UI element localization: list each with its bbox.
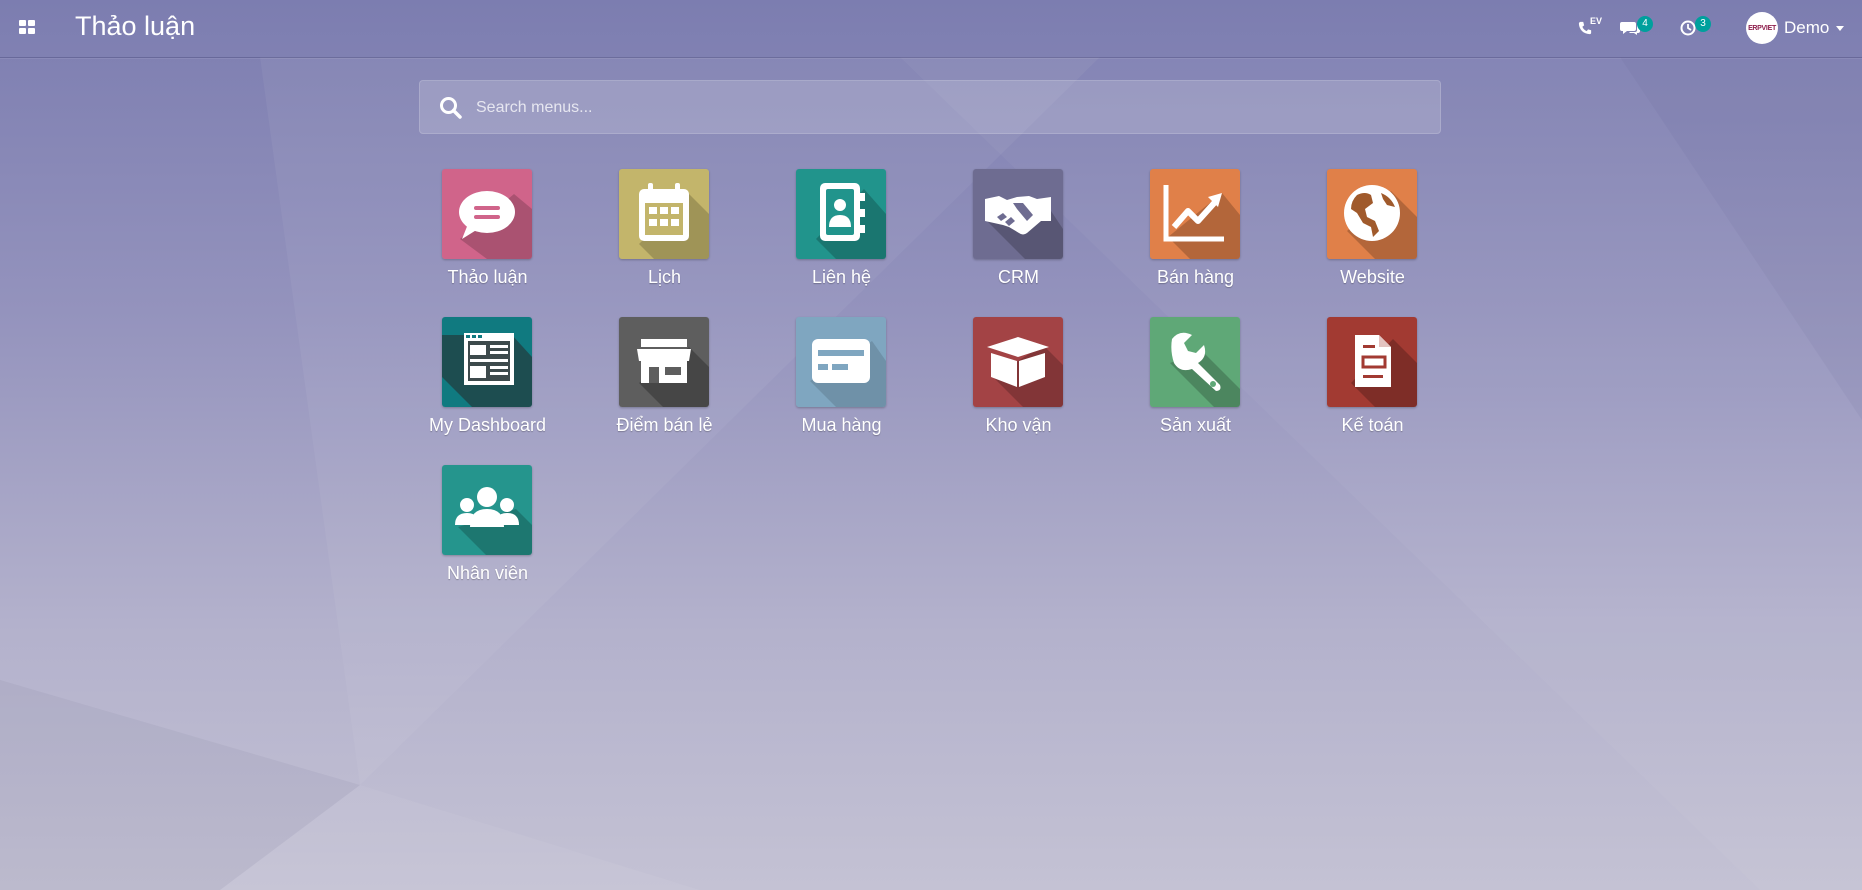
user-avatar[interactable]: ERPVIET xyxy=(1746,12,1778,44)
wrench-icon xyxy=(1150,317,1240,407)
calendar-icon xyxy=(619,169,709,259)
page-title: Thảo luận xyxy=(75,11,196,41)
app-point-of-sale[interactable]: Điểm bán lẻ xyxy=(576,317,753,447)
app-label: Liên hệ xyxy=(811,267,872,287)
app-inventory[interactable]: Kho vận xyxy=(930,317,1107,447)
chevron-down-icon[interactable] xyxy=(1836,26,1844,31)
team-users-icon xyxy=(442,465,532,555)
avatar-logo-text: ERPVIET xyxy=(1748,24,1776,32)
dashboard-icon xyxy=(442,317,532,407)
messaging-systray-button[interactable]: 4 xyxy=(1620,0,1656,57)
app-label: Mua hàng xyxy=(801,415,882,435)
box-icon xyxy=(973,317,1063,407)
clock-icon xyxy=(1680,20,1696,36)
app-website[interactable]: Website xyxy=(1284,169,1461,299)
messaging-count-badge: 4 xyxy=(1637,16,1653,32)
app-label: Thảo luận xyxy=(447,267,528,287)
app-accounting[interactable]: Kế toán xyxy=(1284,317,1461,447)
app-sales[interactable]: Bán hàng xyxy=(1107,169,1284,299)
app-label: Sản xuất xyxy=(1159,415,1232,435)
app-label: Website xyxy=(1340,267,1405,287)
voip-systray-button[interactable]: EV xyxy=(1578,0,1604,57)
app-crm[interactable]: CRM xyxy=(930,169,1107,299)
app-label: Kế toán xyxy=(1341,415,1404,435)
credit-card-icon xyxy=(796,317,886,407)
contacts-address-book-icon xyxy=(796,169,886,259)
app-label: Nhân viên xyxy=(446,563,529,583)
app-label: Bán hàng xyxy=(1156,267,1235,287)
app-discuss[interactable]: Thảo luận xyxy=(399,169,576,299)
app-label: Điểm bán lẻ xyxy=(616,415,713,435)
voip-label: EV xyxy=(1590,16,1603,26)
apps-grid-icon[interactable] xyxy=(19,20,35,36)
user-menu-name[interactable]: Demo xyxy=(1784,18,1829,38)
activity-count-badge: 3 xyxy=(1695,16,1711,32)
app-contacts[interactable]: Liên hệ xyxy=(753,169,930,299)
app-purchase[interactable]: Mua hàng xyxy=(753,317,930,447)
app-calendar[interactable]: Lịch xyxy=(576,169,753,299)
store-icon xyxy=(619,317,709,407)
search-icon[interactable] xyxy=(438,95,464,121)
app-label: My Dashboard xyxy=(428,415,547,435)
discuss-chat-bubble-icon xyxy=(442,169,532,259)
top-navbar: Thảo luận EV 4 3 ERPVIET Demo xyxy=(0,0,1862,58)
globe-icon xyxy=(1327,169,1417,259)
app-label: Lịch xyxy=(647,267,682,287)
activity-systray-button[interactable]: 3 xyxy=(1680,0,1714,57)
search-input[interactable] xyxy=(474,91,1418,125)
app-manufacturing[interactable]: Sản xuất xyxy=(1107,317,1284,447)
handshake-icon xyxy=(973,169,1063,259)
sales-chart-icon xyxy=(1150,169,1240,259)
app-my-dashboard[interactable]: My Dashboard xyxy=(399,317,576,447)
app-employees[interactable]: Nhân viên xyxy=(399,465,576,595)
app-label: CRM xyxy=(998,267,1039,287)
app-label: Kho vận xyxy=(985,415,1052,435)
invoice-document-icon xyxy=(1327,317,1417,407)
menu-search-bar xyxy=(419,80,1441,134)
